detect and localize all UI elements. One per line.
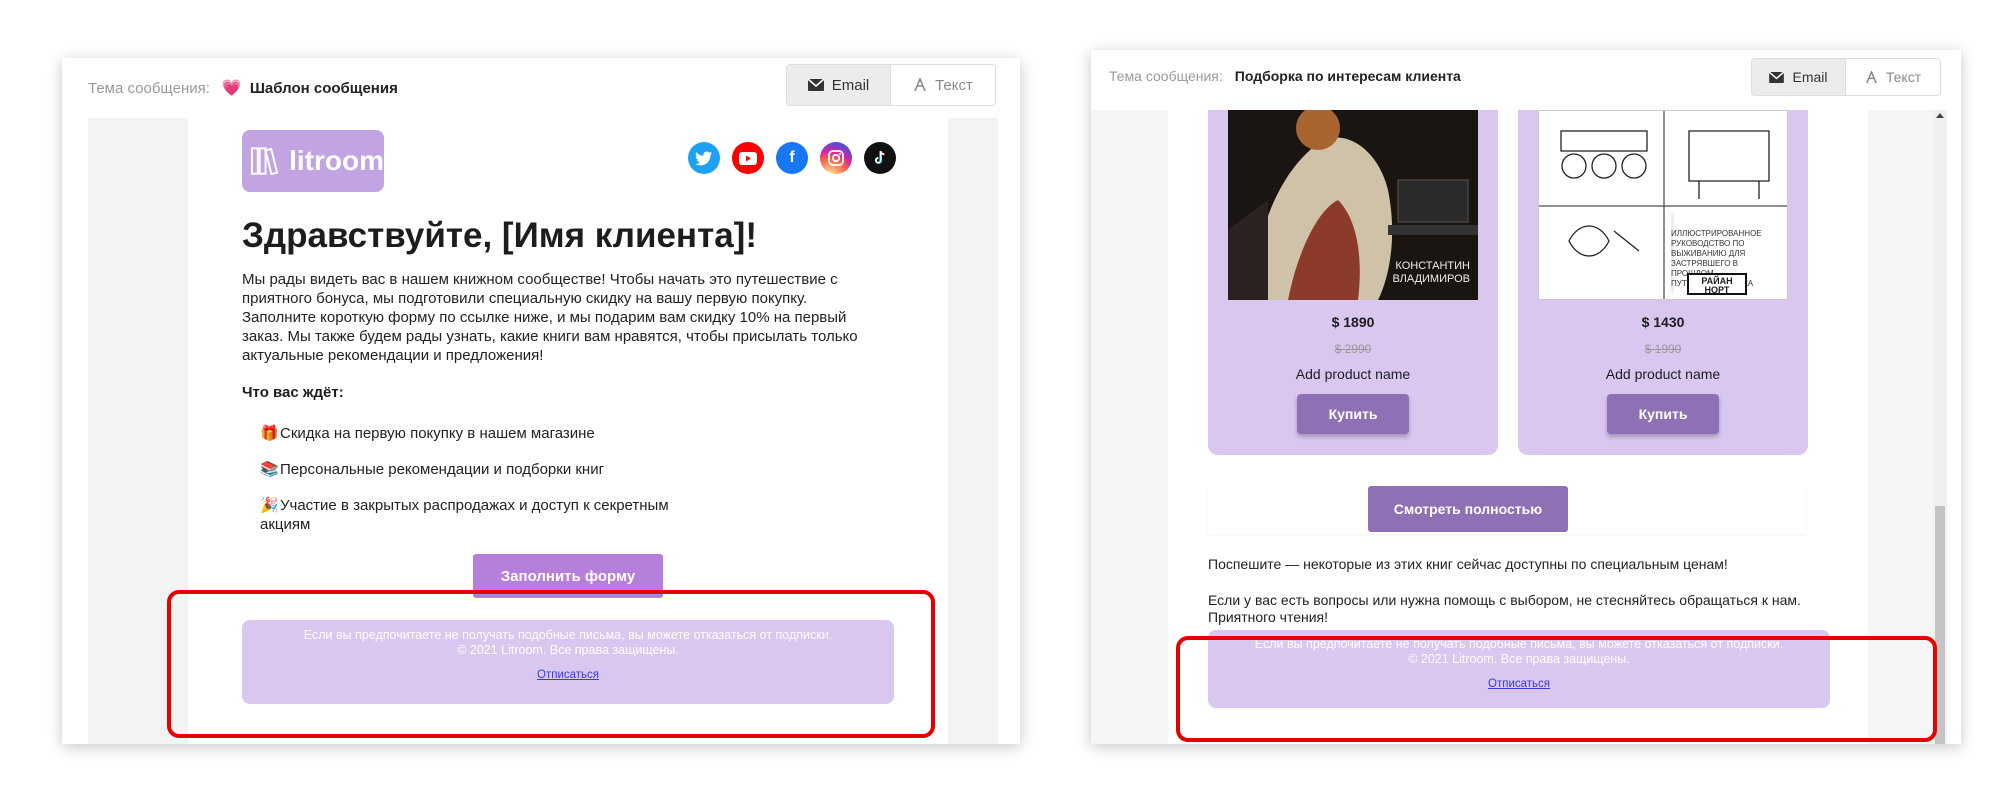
gift-icon: 🎁 [260,425,279,442]
email-editor-panel-left: Тема сообщения: 💗 Шаблон сообщения Email… [62,58,1020,744]
email-editor-panel-right: Тема сообщения: Подборка по интересам кл… [1091,50,1961,744]
hurry-text: Поспешите — некоторые из этих книг сейча… [1208,556,1728,572]
subject-label: Тема сообщения: [1109,68,1223,84]
subject-value[interactable]: Подборка по интересам клиента [1235,68,1461,84]
benefit-item: 🎁Скидка на первую покупку в нашем магази… [260,424,690,443]
product-name: Add product name [1605,366,1721,382]
intro-paragraph: Мы рады видеть вас в нашем книжном сообщ… [242,271,858,364]
product-old-price: $ 2990 [1334,342,1372,356]
help-text: Если у вас есть вопросы или нужна помощь… [1208,592,1801,625]
tab-text[interactable]: Текст [891,65,995,105]
product-card: КОНСТАНТИН ВЛАДИМИРОВ $ 1890 $ 2990 Add … [1208,110,1498,455]
envelope-icon [1769,71,1785,83]
tab-email[interactable]: Email [787,65,891,105]
view-tabs: Email Текст [786,64,996,106]
view-tabs: Email Текст [1751,58,1941,96]
twitter-icon[interactable] [688,142,720,174]
buy-button[interactable]: Купить [1607,394,1719,434]
books-emoji-icon: 📚 [260,461,279,478]
heart-icon: 💗 [221,80,242,97]
envelope-icon [807,79,824,91]
benefits-title: Что вас ждёт: [242,384,344,401]
books-icon [250,147,279,176]
benefit-text: Скидка на первую покупку в нашем магазин… [280,425,595,442]
text-icon [1866,70,1877,83]
party-icon: 🎉 [260,497,279,514]
benefit-text: Персональные рекомендации и подборки кни… [280,461,605,478]
product-price: $ 1430 [1641,314,1685,330]
book-cover-image[interactable]: КОНСТАНТИН ВЛАДИМИРОВ [1228,110,1478,300]
buy-button[interactable]: Купить [1297,394,1409,434]
product-price: $ 1890 [1331,314,1375,330]
view-all-button[interactable]: Смотреть полностью [1368,486,1568,532]
red-highlight-box [167,590,935,738]
product-name: Add product name [1295,366,1411,382]
tiktok-icon[interactable] [864,142,896,174]
cover-author: КОНСТАНТИН ВЛАДИМИРОВ [1392,260,1470,285]
scroll-up-icon[interactable] [1936,113,1944,118]
benefit-item: 📚Персональные рекомендации и подборки кн… [260,460,690,479]
tab-text-label: Текст [935,76,973,94]
tab-email[interactable]: Email [1752,59,1846,95]
facebook-icon[interactable]: f [776,142,808,174]
youtube-icon[interactable] [732,142,764,174]
instagram-icon[interactable] [820,142,852,174]
tab-email-label: Email [1792,69,1828,85]
benefit-item: 🎉Участие в закрытых распродажах и доступ… [260,496,690,534]
benefit-text: Участие в закрытых распродажах и доступ … [260,497,669,533]
litroom-logo: litroom [242,130,384,192]
cover-author: РАЙАН НОРТ [1687,273,1747,295]
red-highlight-box [1176,636,1937,742]
tab-text-label: Текст [1885,69,1922,85]
tab-email-label: Email [831,76,870,94]
social-icons: f [688,142,896,174]
tab-text[interactable]: Текст [1846,59,1940,95]
product-card: ИЛЛЮСТРИРОВАННОЕ РУКОВОДСТВО ПО ВЫЖИВАНИ… [1518,110,1808,455]
logo-text: litroom [289,145,384,176]
book-cover-image[interactable]: ИЛЛЮСТРИРОВАННОЕ РУКОВОДСТВО ПО ВЫЖИВАНИ… [1538,110,1788,300]
subject-label: Тема сообщения: [88,79,210,97]
subject-value[interactable]: Шаблон сообщения [250,80,398,97]
product-old-price: $ 1990 [1644,342,1682,356]
text-icon [914,78,926,92]
greeting-heading: Здравствуйте, [Имя клиента]! [242,216,757,255]
